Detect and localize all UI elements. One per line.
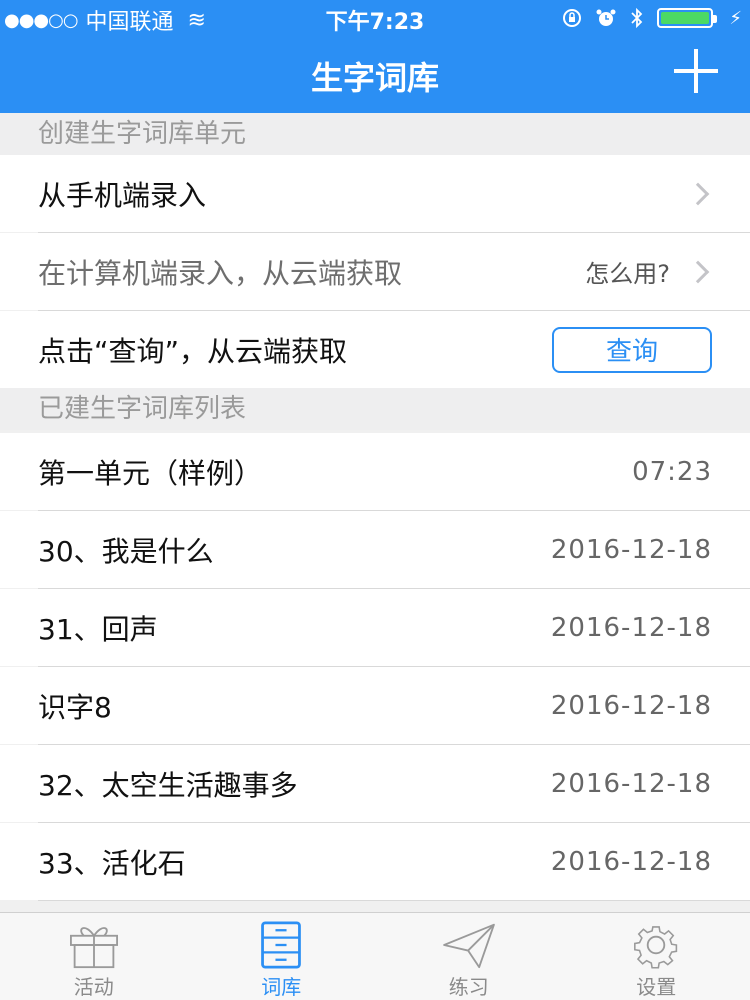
battery-icon xyxy=(657,8,718,28)
bluetooth-icon xyxy=(631,7,643,29)
cabinet-icon xyxy=(261,921,302,969)
list-item-date: 2016-12-18 xyxy=(550,768,712,799)
tab-label: 设置 xyxy=(636,975,677,999)
plus-icon[interactable] xyxy=(670,45,722,97)
list-item-name: 识字8 xyxy=(38,690,112,724)
tab-practice[interactable]: 练习 xyxy=(375,913,563,1000)
list-item[interactable]: 32、太空生活趣事多 2016-12-18 xyxy=(0,745,750,822)
tab-label: 活动 xyxy=(73,975,114,999)
row-phone-input[interactable]: 从手机端录入 xyxy=(0,155,750,232)
lock-rotation-icon xyxy=(563,9,582,27)
list-item-name: 31、回声 xyxy=(38,612,158,646)
chevron-right-icon xyxy=(686,182,710,205)
gift-icon xyxy=(69,927,118,969)
chevron-right-icon xyxy=(686,260,710,283)
gear-icon xyxy=(634,926,678,969)
status-bar: ●●●○○ 中国联通 ≋ 下午7:23 ⚡ xyxy=(0,0,750,40)
page-title: 生字词库 xyxy=(310,59,439,97)
row-label: 点击“查询”，从云端获取 xyxy=(38,334,348,368)
list-item[interactable]: 31、回声 2016-12-18 xyxy=(0,589,750,666)
tab-bar: 活动 词库 练习 设置 xyxy=(0,912,750,1000)
list-item[interactable]: 识字8 2016-12-18 xyxy=(0,667,750,744)
row-query: 点击“查询”，从云端获取 查询 xyxy=(0,311,750,388)
query-button[interactable]: 查询 xyxy=(552,326,712,373)
section-header-list: 已建生字词库列表 xyxy=(0,388,750,430)
tab-label: 练习 xyxy=(448,975,489,999)
status-right: ⚡ xyxy=(561,6,742,30)
tab-library[interactable]: 词库 xyxy=(188,913,376,1000)
list-item-date: 2016-12-18 xyxy=(550,690,712,721)
divider xyxy=(38,900,750,901)
row-label: 在计算机端录入，从云端获取 xyxy=(38,256,403,290)
list-item-date: 2016-12-18 xyxy=(550,846,712,877)
list-item[interactable]: 30、我是什么 2016-12-18 xyxy=(0,511,750,588)
tab-activity[interactable]: 活动 xyxy=(0,913,188,1000)
list-item-date: 2016-12-18 xyxy=(550,534,712,565)
row-label: 从手机端录入 xyxy=(38,178,207,212)
paper-plane-icon xyxy=(442,923,495,969)
section-header-create: 创建生字词库单元 xyxy=(0,113,750,155)
list-item-name: 第一单元（样例） xyxy=(38,456,263,490)
list-item[interactable]: 33、活化石 2016-12-18 xyxy=(0,823,750,900)
list-item-name: 33、活化石 xyxy=(38,846,186,880)
top-bar: ●●●○○ 中国联通 ≋ 下午7:23 ⚡ 生字词库 xyxy=(0,0,750,113)
row-computer-input[interactable]: 在计算机端录入，从云端获取 怎么用? xyxy=(0,233,750,310)
list-item-date: 2016-12-18 xyxy=(550,612,712,643)
charging-icon: ⚡ xyxy=(729,7,742,29)
tab-settings[interactable]: 设置 xyxy=(563,913,750,1000)
list-item-name: 30、我是什么 xyxy=(38,534,214,568)
list-item[interactable]: 第一单元（样例） 07:23 xyxy=(0,433,750,510)
how-to-use-link[interactable]: 怎么用? xyxy=(585,254,670,289)
list-item-date: 07:23 xyxy=(632,456,712,487)
list-item-name: 32、太空生活趣事多 xyxy=(38,768,298,802)
battery-fill xyxy=(661,12,710,24)
tab-label: 词库 xyxy=(261,975,302,999)
alarm-icon xyxy=(596,9,616,26)
